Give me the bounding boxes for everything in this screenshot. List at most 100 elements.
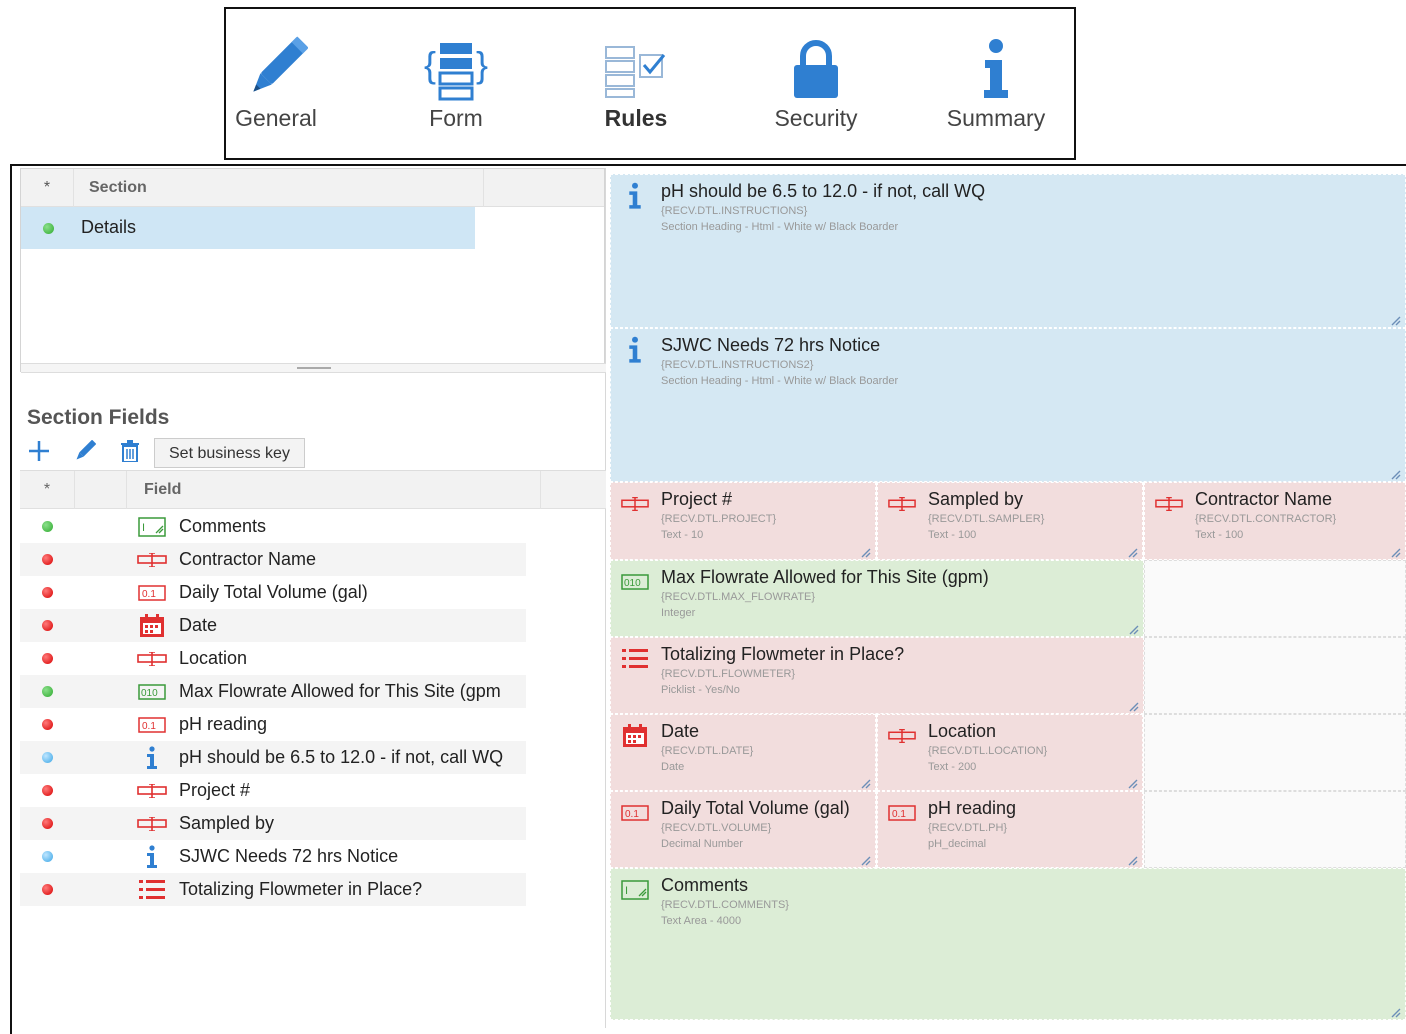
card-title: Date	[661, 721, 700, 741]
resize-handle-icon[interactable]	[1128, 853, 1138, 866]
layout-card[interactable]: Date {RECV.DTL.DATE} Date	[610, 714, 876, 791]
field-row[interactable]: Date	[20, 609, 526, 642]
field-row[interactable]: SJWC Needs 72 hrs Notice	[20, 840, 526, 873]
svg-text:I: I	[142, 522, 145, 534]
resize-handle-icon[interactable]	[1391, 313, 1401, 326]
tab-security[interactable]: Security	[736, 9, 896, 159]
field-label: Daily Total Volume (gal)	[179, 582, 368, 602]
resize-handle-icon[interactable]	[1128, 545, 1138, 558]
calendar-icon	[136, 613, 168, 639]
layout-card[interactable]: Location {RECV.DTL.LOCATION} Text - 200	[877, 714, 1143, 791]
status-dot	[42, 554, 53, 565]
field-row[interactable]: 010 Max Flowrate Allowed for This Site (g…	[20, 675, 526, 708]
card-type: Section Heading - Html - White w/ Black …	[661, 221, 899, 233]
resize-handle-icon[interactable]	[1128, 776, 1138, 789]
layout-card[interactable]: Contractor Name {RECV.DTL.CONTRACTOR} Text…	[1144, 482, 1406, 560]
resize-handle-icon[interactable]	[861, 853, 871, 866]
resize-handle-icon[interactable]	[1129, 699, 1139, 712]
layout-card[interactable]: Sampled by {RECV.DTL.SAMPLER} Text - 100	[877, 482, 1143, 560]
status-dot	[42, 653, 53, 664]
delete-icon[interactable]	[120, 440, 140, 467]
card-title: Comments	[661, 875, 749, 895]
field-row[interactable]: Contractor Name	[20, 543, 526, 576]
empty-layout-cell[interactable]	[1144, 560, 1406, 637]
form-layout-panel: pH should be 6.5 to 12.0 - if not, call …	[610, 174, 1406, 1028]
text-field-icon	[621, 491, 649, 517]
text-field-icon	[888, 723, 916, 749]
textarea-icon: I	[621, 877, 649, 903]
layout-card[interactable]: 0.1 Daily Total Volume (gal) {RECV.DTL.VOL…	[610, 791, 876, 868]
tab-form[interactable]: {} Form	[376, 9, 536, 159]
card-code: {RECV.DTL.PROJECT}	[661, 513, 777, 525]
card-type: Section Heading - Html - White w/ Black …	[661, 375, 899, 387]
card-type: Text - 100	[1195, 529, 1244, 541]
decimal-icon: 0.1	[888, 800, 916, 826]
resize-handle-icon[interactable]	[1391, 1005, 1401, 1018]
field-label: Date	[179, 615, 218, 635]
layout-card[interactable]: Totalizing Flowmeter in Place? {RECV.DTL.…	[610, 637, 1144, 714]
card-code: {RECV.DTL.LOCATION}	[928, 745, 1048, 757]
field-label: Max Flowrate Allowed for This Site (gpm	[179, 681, 501, 701]
layout-card[interactable]: pH should be 6.5 to 12.0 - if not, call …	[610, 174, 1406, 328]
layout-card[interactable]: SJWC Needs 72 hrs Notice {RECV.DTL.INSTRU…	[610, 328, 1406, 482]
tab-rules-label: Rules	[604, 105, 668, 131]
field-label: SJWC Needs 72 hrs Notice	[179, 846, 399, 866]
card-type: Text - 100	[928, 529, 977, 541]
tab-summary[interactable]: Summary	[916, 9, 1076, 159]
status-dot	[42, 818, 53, 829]
resize-handle-icon[interactable]	[1129, 622, 1139, 635]
field-row[interactable]: Location	[20, 642, 526, 675]
field-label: Project #	[179, 780, 251, 800]
calendar-icon	[621, 723, 649, 749]
field-row[interactable]: 0.1 Daily Total Volume (gal)	[20, 576, 526, 609]
resize-handle-icon[interactable]	[861, 545, 871, 558]
card-code: {RECV.DTL.VOLUME}	[661, 822, 772, 834]
info-icon	[136, 745, 168, 771]
resize-handle-icon[interactable]	[861, 776, 871, 789]
set-business-key-button[interactable]: Set business key	[154, 438, 305, 468]
lock-icon	[736, 33, 896, 105]
panel-splitter[interactable]	[21, 363, 606, 373]
empty-layout-cell[interactable]	[1144, 714, 1406, 791]
field-row[interactable]: Totalizing Flowmeter in Place?	[20, 873, 526, 906]
resize-handle-icon[interactable]	[1391, 545, 1401, 558]
field-label: Comments	[179, 516, 267, 536]
add-icon[interactable]	[28, 440, 50, 467]
status-dot	[42, 719, 53, 730]
card-title: Totalizing Flowmeter in Place?	[661, 644, 905, 664]
svg-text:0.1: 0.1	[142, 721, 156, 732]
card-code: {RECV.DTL.INSTRUCTIONS2}	[661, 359, 814, 371]
section-column-header[interactable]: Section	[73, 169, 483, 207]
status-column-header: *	[43, 481, 51, 498]
field-row[interactable]: Sampled by	[20, 807, 526, 840]
layout-card[interactable]: I Comments {RECV.DTL.COMMENTS} Text Area - …	[610, 868, 1406, 1020]
card-type: Text Area - 4000	[661, 915, 742, 927]
empty-layout-cell[interactable]	[1144, 791, 1406, 868]
field-label: pH reading	[179, 714, 268, 734]
card-code: {RECV.DTL.COMMENTS}	[661, 899, 789, 911]
section-fields-toolbar: Set business key	[28, 438, 428, 468]
field-column-header[interactable]: Field	[126, 471, 540, 509]
empty-layout-cell[interactable]	[1144, 637, 1406, 714]
svg-text:I: I	[625, 885, 628, 897]
section-row-details[interactable]: Details	[21, 207, 475, 249]
status-dot	[42, 620, 53, 631]
layout-card[interactable]: Project # {RECV.DTL.PROJECT} Text - 10	[610, 482, 876, 560]
card-type: Text - 200	[928, 761, 977, 773]
card-code: {RECV.DTL.CONTRACTOR}	[1195, 513, 1337, 525]
field-row[interactable]: pH should be 6.5 to 12.0 - if not, call …	[20, 741, 526, 774]
pencil-icon	[196, 33, 356, 105]
decimal-icon: 0.1	[136, 712, 168, 738]
card-title: SJWC Needs 72 hrs Notice	[661, 335, 881, 355]
field-row[interactable]: I Comments	[20, 510, 526, 543]
card-type: Text - 10	[661, 529, 704, 541]
layout-card[interactable]: 0.1 pH reading {RECV.DTL.PH} pH_decimal	[877, 791, 1143, 868]
text-field-icon	[888, 491, 916, 517]
resize-handle-icon[interactable]	[1391, 467, 1401, 480]
field-row[interactable]: 0.1 pH reading	[20, 708, 526, 741]
edit-icon[interactable]	[74, 439, 97, 467]
layout-card[interactable]: 010 Max Flowrate Allowed for This Site (g…	[610, 560, 1144, 637]
tab-rules[interactable]: Rules	[556, 9, 716, 159]
tab-general[interactable]: General	[196, 9, 356, 159]
field-row[interactable]: Project #	[20, 774, 526, 807]
